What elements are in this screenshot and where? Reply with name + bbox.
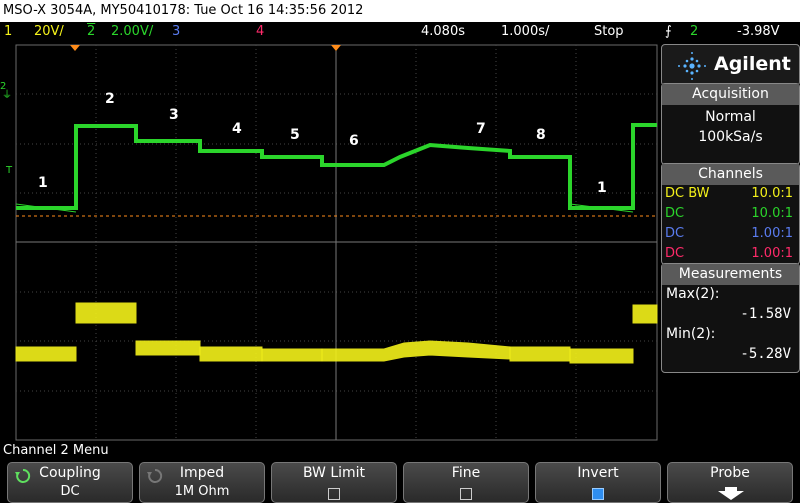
channel-row: DC BW 10.0:1	[665, 186, 793, 201]
agilent-spark-icon	[678, 52, 706, 80]
brand-name: Agilent	[714, 53, 791, 75]
bw-limit-softkey[interactable]: BW Limit	[271, 462, 397, 503]
step-label: 7	[476, 121, 486, 137]
waveform-svg: 2 ⏚ T	[0, 44, 658, 441]
step-label: 6	[349, 133, 359, 149]
channel-row: DC 1.00:1	[665, 246, 793, 261]
channel-row: DC 10.0:1	[665, 206, 793, 221]
step-label: 2	[105, 91, 115, 107]
step-label: 1	[597, 180, 607, 196]
step-label: 1	[38, 175, 48, 191]
channels-title: Channels	[662, 164, 799, 185]
max-label: Max(2):	[666, 286, 720, 302]
side-panel: Agilent Acquisition Normal 100kSa/s Chan…	[660, 41, 800, 441]
brand-logo: Agilent	[661, 44, 800, 86]
step-label: 5	[290, 127, 300, 143]
bw-limit-checkbox[interactable]	[328, 488, 340, 500]
trigger-channel[interactable]: 2	[690, 22, 698, 41]
ch2-number[interactable]: 2	[87, 22, 95, 41]
menu-title: Channel 2 Menu	[0, 441, 800, 460]
acquisition-mode: Normal	[705, 109, 756, 125]
max-value: -1.58V	[740, 306, 791, 322]
measurements-panel[interactable]: Measurements Max(2): -1.58V Min(2): -5.2…	[661, 263, 800, 373]
time-reference-marker	[70, 45, 80, 51]
measurements-title: Measurements	[662, 264, 799, 285]
step-label: 4	[232, 121, 242, 137]
invert-checkbox[interactable]	[592, 488, 604, 500]
ch3-number[interactable]: 3	[172, 22, 180, 41]
min-value: -5.28V	[740, 346, 791, 362]
ch4-number[interactable]: 4	[256, 22, 264, 41]
down-arrow-icon	[718, 487, 744, 500]
time-scale[interactable]: 1.000s/	[501, 22, 549, 41]
probe-softkey[interactable]: Probe	[667, 462, 793, 503]
fine-checkbox[interactable]	[460, 488, 472, 500]
fine-softkey[interactable]: Fine	[403, 462, 529, 503]
channel-row: DC 1.00:1	[665, 226, 793, 241]
trigger-slope-icon: ⨍	[665, 24, 672, 39]
trigger-position-marker[interactable]	[331, 45, 341, 51]
trigger-level[interactable]: -3.98V	[737, 22, 780, 41]
waveform-display[interactable]: 2 ⏚ T 1 2 3 4 5 6 7 8 1	[0, 41, 660, 441]
ch1-scale[interactable]: 20V/	[34, 22, 64, 41]
time-position[interactable]: 4.080s	[421, 22, 465, 41]
invert-softkey[interactable]: Invert	[535, 462, 661, 503]
min-label: Min(2):	[666, 326, 716, 342]
step-label: 3	[169, 107, 179, 123]
ch2-scale[interactable]: 2.00V/	[111, 22, 153, 41]
acquisition-panel[interactable]: Acquisition Normal 100kSa/s	[661, 83, 800, 165]
status-bar: 1 20V/ 2 2.00V/ 3 4 4.080s 1.000s/ Stop …	[0, 22, 800, 41]
softkey-bar: Coupling DC Imped 1M Ohm BW Limit Fine I…	[0, 460, 800, 503]
channels-panel[interactable]: Channels DC BW 10.0:1 DC 10.0:1 DC 1.00:…	[661, 163, 800, 265]
step-label: 8	[536, 127, 546, 143]
run-state[interactable]: Stop	[594, 22, 624, 41]
trigger-level-marker[interactable]: T	[5, 165, 13, 176]
window-title-bar: MSO-X 3054A, MY50410178: Tue Oct 16 14:3…	[0, 0, 800, 22]
acquisition-title: Acquisition	[662, 84, 799, 105]
svg-text:⏚: ⏚	[2, 89, 12, 101]
ch1-number[interactable]: 1	[4, 22, 12, 41]
imped-softkey[interactable]: Imped 1M Ohm	[139, 462, 265, 503]
coupling-softkey[interactable]: Coupling DC	[7, 462, 133, 503]
acquisition-rate: 100kSa/s	[698, 129, 763, 145]
window-title: MSO-X 3054A, MY50410178: Tue Oct 16 14:3…	[3, 3, 364, 18]
